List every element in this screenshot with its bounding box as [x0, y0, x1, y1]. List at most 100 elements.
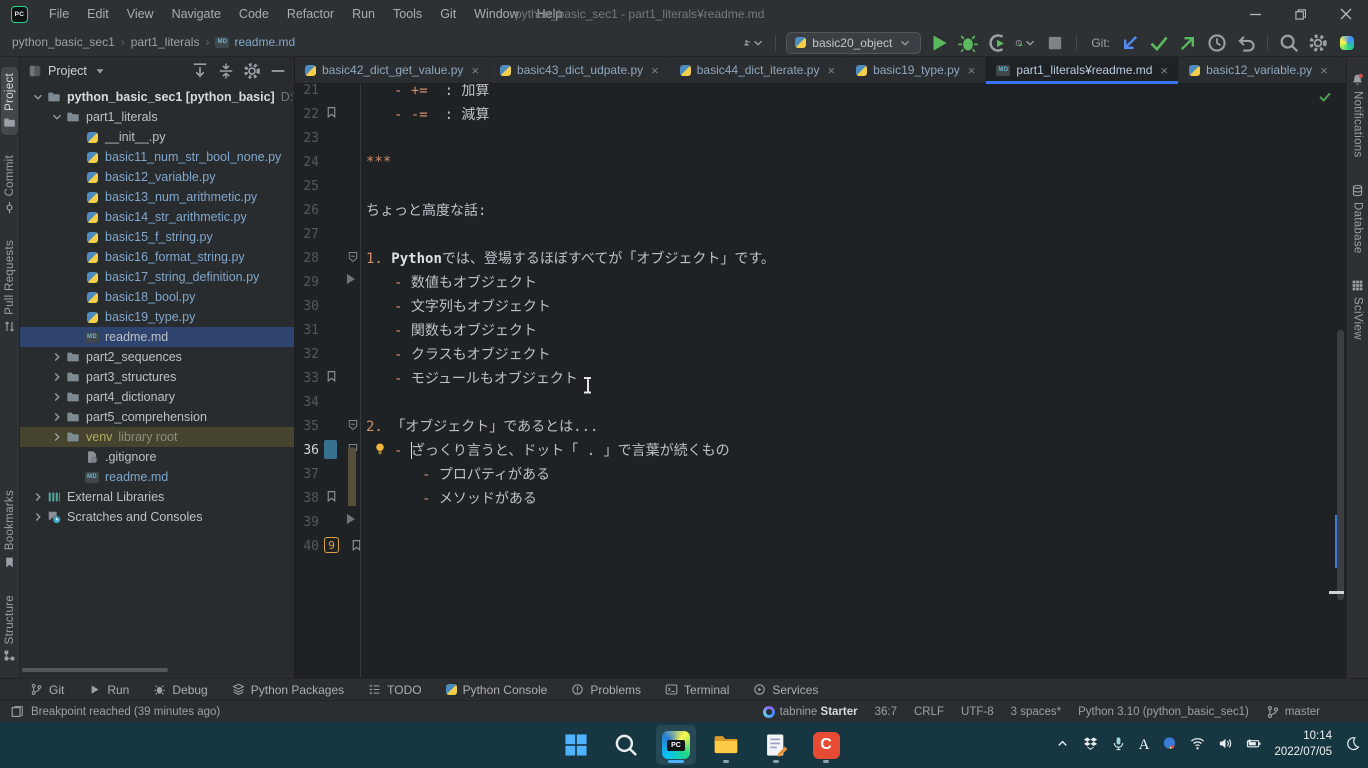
debug-button[interactable]	[957, 32, 979, 54]
editor-line[interactable]: 38- メソッドがある	[295, 486, 1346, 510]
tray-app-globe-icon[interactable]	[1162, 736, 1177, 754]
tree-item[interactable]: basic17_string_definition.py	[20, 267, 294, 287]
menu-run[interactable]: Run	[343, 3, 384, 25]
chev-right-icon[interactable]	[50, 430, 64, 444]
wifi-icon[interactable]	[1190, 736, 1205, 754]
menu-code[interactable]: Code	[230, 3, 278, 25]
event-log-icon[interactable]	[10, 705, 24, 719]
history-button[interactable]	[1206, 32, 1228, 54]
git-push-button[interactable]	[1177, 32, 1199, 54]
status-widget-2[interactable]: UTF-8	[961, 706, 994, 718]
run-button[interactable]	[928, 32, 950, 54]
tree-item[interactable]: __init__.py	[20, 127, 294, 147]
bookmark-mnemonic[interactable]: 9	[324, 537, 339, 553]
bookmark-icon[interactable]	[325, 105, 338, 124]
coverage-button[interactable]	[986, 32, 1008, 54]
editor-line[interactable]: 32- クラスもオブジェクト	[295, 342, 1346, 366]
stripe-item-commit[interactable]: Commit	[1, 149, 18, 220]
tabnine-button[interactable]	[1336, 32, 1358, 54]
taskbar-camtasia-app[interactable]: C	[806, 725, 846, 765]
stripe-item-database[interactable]: Database	[1349, 178, 1366, 260]
tray-dropbox-icon[interactable]	[1083, 736, 1098, 754]
breadcrumb-item[interactable]: MDreadme.md	[215, 35, 295, 49]
tree-item[interactable]: .gitignore	[20, 447, 294, 467]
battery-icon[interactable]	[1246, 736, 1261, 754]
editor-line[interactable]: 281. Pythonでは、登場するほぼすべてが「オブジェクト」です。	[295, 246, 1346, 270]
tabnine-status[interactable]: tabnine Starter	[763, 706, 858, 718]
chevron-down-icon[interactable]	[93, 64, 107, 78]
menu-tools[interactable]: Tools	[384, 3, 431, 25]
editor-tab[interactable]: basic19_type.py×	[846, 57, 986, 83]
profiler-button[interactable]	[1015, 32, 1037, 54]
editor-line[interactable]: 30- 文字列もオブジェクト	[295, 294, 1346, 318]
settings-gear-icon[interactable]	[242, 61, 262, 81]
taskbar-explorer-app[interactable]	[706, 725, 746, 765]
tree-item[interactable]: basic15_f_string.py	[20, 227, 294, 247]
breadcrumb-item[interactable]: python_basic_sec1	[12, 35, 115, 49]
toolwindow-run[interactable]: Run	[88, 683, 129, 697]
chev-down-icon[interactable]	[31, 90, 45, 104]
tray-microphone-icon[interactable]	[1111, 736, 1126, 754]
tree-item[interactable]: basic18_bool.py	[20, 287, 294, 307]
stripe-item-notifications[interactable]: Notifications	[1349, 67, 1366, 164]
inspections-ok-icon[interactable]	[1318, 90, 1332, 108]
editor-line[interactable]: 21- += : 加算	[295, 84, 1346, 102]
restore-button[interactable]	[1278, 0, 1323, 28]
editor-line[interactable]: 33- モジュールもオブジェクト	[295, 366, 1346, 390]
tab-close-icon[interactable]: ×	[1320, 63, 1328, 78]
status-widget-4[interactable]: Python 3.10 (python_basic_sec1)	[1078, 706, 1249, 718]
tree-item[interactable]: python_basic_sec1 [python_basic]D:¥proje	[20, 87, 294, 107]
editor-vertical-scrollbar[interactable]	[1337, 330, 1344, 600]
tree-item[interactable]: basic14_str_arithmetic.py	[20, 207, 294, 227]
editor-line[interactable]: 24***	[295, 150, 1346, 174]
tab-close-icon[interactable]: ×	[471, 63, 479, 78]
ide-settings-button[interactable]	[1307, 32, 1329, 54]
git-update-button[interactable]	[1119, 32, 1141, 54]
toolwindow-todo[interactable]: TODO	[368, 683, 421, 697]
chev-right-icon[interactable]	[50, 410, 64, 424]
tray-expand-button[interactable]	[1055, 736, 1070, 754]
tree-item[interactable]: External Libraries	[20, 487, 294, 507]
tree-item[interactable]: part1_literals	[20, 107, 294, 127]
status-widget-1[interactable]: CRLF	[914, 706, 944, 718]
bookmark-icon[interactable]	[325, 369, 338, 388]
chev-right-icon[interactable]	[50, 390, 64, 404]
tab-close-icon[interactable]: ×	[1160, 63, 1168, 78]
menu-navigate[interactable]: Navigate	[163, 3, 230, 25]
stripe-item-structure[interactable]: Structure	[1, 589, 18, 668]
tree-item[interactable]: basic19_type.py	[20, 307, 294, 327]
project-panel-title[interactable]: Project	[48, 64, 87, 78]
minimize-button[interactable]	[1233, 0, 1278, 28]
bookmark-icon[interactable]	[350, 538, 363, 557]
editor-tab[interactable]: basic42_dict_get_value.py×	[295, 57, 490, 83]
stripe-item-bookmarks[interactable]: Bookmarks	[1, 484, 18, 574]
editor-line[interactable]: 34	[295, 390, 1346, 414]
menu-file[interactable]: File	[40, 3, 78, 25]
stop-button[interactable]	[1044, 32, 1066, 54]
menu-refactor[interactable]: Refactor	[278, 3, 343, 25]
editor-line[interactable]: 25	[295, 174, 1346, 198]
toolwindow-python-console[interactable]: Python Console	[446, 683, 548, 697]
editor-tab[interactable]: basic44_dict_iterate.py×	[670, 57, 846, 83]
chev-right-icon[interactable]	[50, 370, 64, 384]
focus-assist-moon-icon[interactable]	[1345, 736, 1360, 754]
editor-line[interactable]: 36- ざっくり言うと、ドット「 . 」で言葉が続くもの	[295, 438, 1346, 462]
breadcrumb-item[interactable]: part1_literals	[131, 35, 200, 49]
fold-triangle-icon[interactable]	[347, 274, 355, 284]
hide-panel-button[interactable]	[268, 61, 288, 81]
volume-icon[interactable]	[1218, 736, 1233, 754]
toolwindow-terminal[interactable]: Terminal	[665, 683, 729, 697]
menu-view[interactable]: View	[118, 3, 163, 25]
chev-right-icon[interactable]	[50, 350, 64, 364]
stripe-item-project[interactable]: Project	[1, 67, 18, 135]
chev-right-icon[interactable]	[31, 490, 45, 504]
tree-item[interactable]: basic13_num_arithmetic.py	[20, 187, 294, 207]
git-branch-widget[interactable]: master	[1266, 705, 1320, 719]
tree-item[interactable]: Scratches and Consoles	[20, 507, 294, 527]
menu-edit[interactable]: Edit	[78, 3, 118, 25]
tree-item[interactable]: venvlibrary root	[20, 427, 294, 447]
intention-lightbulb-icon[interactable]	[373, 441, 387, 461]
expand-all-button[interactable]	[190, 61, 210, 81]
tree-item[interactable]: part4_dictionary	[20, 387, 294, 407]
editor-line[interactable]: 23	[295, 126, 1346, 150]
